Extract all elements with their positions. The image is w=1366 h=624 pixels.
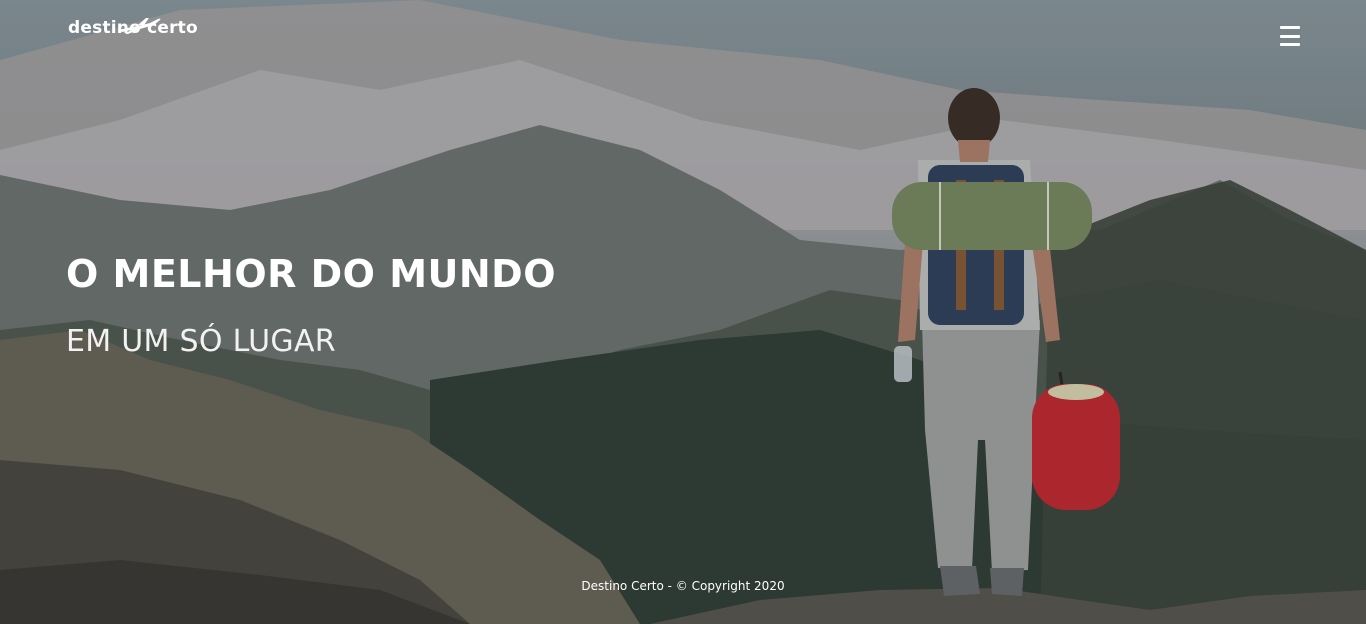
airplane-icon bbox=[118, 18, 161, 34]
menu-bar-top bbox=[1280, 26, 1300, 29]
menu-bar-bottom bbox=[1280, 43, 1300, 46]
hero-subtitle: EM UM SÓ LUGAR bbox=[66, 324, 336, 359]
hero-title: O MELHOR DO MUNDO bbox=[66, 252, 557, 296]
menu-bar-middle bbox=[1280, 34, 1300, 38]
hamburger-menu-icon[interactable] bbox=[1280, 26, 1302, 46]
hero-overlay bbox=[0, 0, 1366, 624]
footer-copyright: Destino Certo - © Copyright 2020 bbox=[581, 579, 785, 593]
site-logo[interactable]: destino certo bbox=[68, 18, 198, 38]
